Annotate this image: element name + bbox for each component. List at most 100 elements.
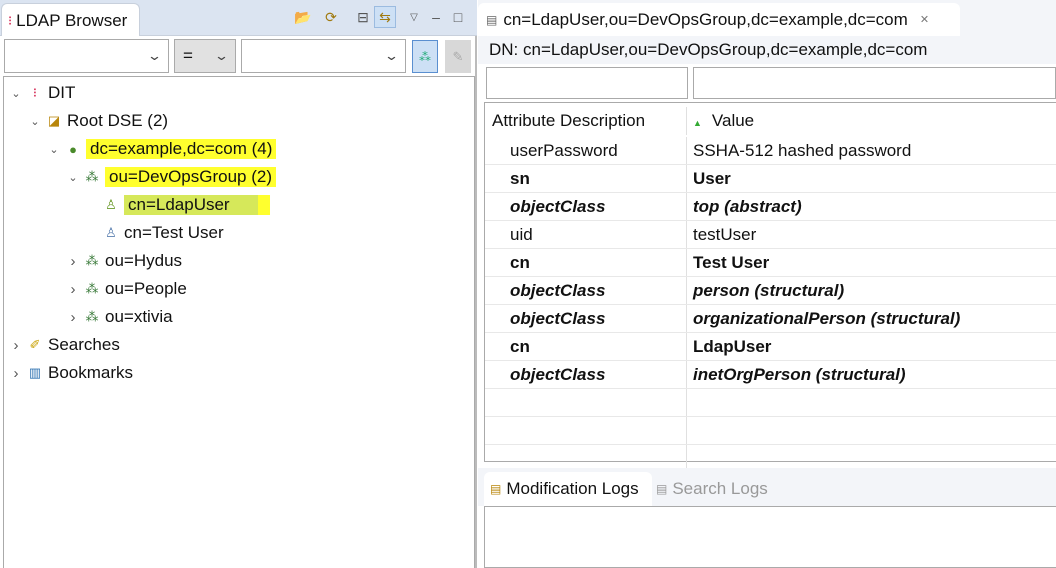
collapse-chevron-icon[interactable]: › [10, 365, 22, 382]
tree-item-label: ou=xtivia [105, 307, 173, 326]
attribute-cell [485, 389, 687, 416]
tab-label: cn=LdapUser,ou=DevOpsGroup,dc=example,dc… [503, 9, 908, 29]
collapse-chevron-icon[interactable]: › [67, 281, 79, 298]
tree-item-label: cn=LdapUser [124, 195, 270, 215]
close-icon[interactable]: ✕ [920, 13, 929, 26]
expand-chevron-icon[interactable]: ⌄ [48, 143, 60, 156]
attribute-cell [485, 417, 687, 444]
attribute-filter-input[interactable] [486, 67, 688, 99]
org-unit-icon: ⁂ [85, 253, 99, 268]
expand-chevron-icon[interactable]: ⌄ [29, 115, 41, 128]
table-row[interactable]: objectClass top (abstract) [485, 193, 1056, 221]
tree-item[interactable]: ⌄ ● dc=example,dc=com (4) [48, 136, 277, 162]
globe-icon: ● [69, 141, 77, 157]
tree-item[interactable]: › ⁂ ou=People [67, 276, 187, 302]
value-cell: LdapUser [693, 336, 772, 356]
value-cell: top (abstract) [693, 196, 802, 216]
log-icon: ▤ [656, 482, 668, 496]
table-row[interactable]: cn Test User [485, 249, 1056, 277]
attribute-cell: userPassword [485, 137, 687, 164]
tab-modification-logs[interactable]: ▤ Modification Logs [484, 472, 652, 506]
org-unit-icon: ⁂ [85, 169, 99, 184]
attribute-cell: cn [485, 333, 687, 360]
value-cell: testUser [693, 224, 757, 244]
value-cell: SSHA-512 hashed password [693, 140, 912, 160]
user-icon: ♙ [105, 225, 117, 240]
apply-filter-button[interactable]: ⁂ [412, 40, 438, 73]
filter-operator-combo[interactable]: = ⌄ [174, 39, 236, 73]
filter-value-combo[interactable]: ⌄ [241, 39, 406, 73]
entry-document-icon: ▤ [486, 12, 498, 27]
column-header-attribute[interactable]: Attribute Description [485, 107, 687, 135]
tree-item[interactable]: ♙ cn=LdapUser [86, 192, 270, 218]
attribute-cell: cn [485, 249, 687, 276]
tree-item-label: Bookmarks [48, 363, 134, 382]
value-cell: organizationalPerson (structural) [693, 308, 961, 328]
searches-icon: ✐ [29, 337, 41, 352]
tree-item[interactable]: ♙ cn=Test User [86, 220, 224, 246]
chevron-down-icon: ⌄ [146, 48, 163, 63]
empty-row [485, 417, 1056, 445]
chevron-down-icon: ⌄ [383, 48, 400, 63]
collapse-chevron-icon[interactable]: › [10, 337, 22, 354]
value-cell: Test User [693, 252, 770, 272]
table-row[interactable]: userPassword SSHA-512 hashed password [485, 137, 1056, 165]
root-dse-icon: ◪ [47, 113, 61, 128]
attribute-cell: objectClass [485, 193, 687, 220]
collapse-chevron-icon[interactable]: › [67, 253, 79, 270]
link-with-editor-icon[interactable]: ⇆ [374, 6, 396, 28]
tab-label: Search Logs [672, 479, 768, 498]
log-icon: ▤ [490, 482, 502, 496]
table-row[interactable]: objectClass organizationalPerson (structu… [485, 305, 1056, 333]
table-header[interactable]: Attribute Description ▲ Value [485, 107, 1056, 135]
tab-label: LDAP Browser [16, 10, 128, 30]
tree-item[interactable]: › ⁂ ou=xtivia [67, 304, 173, 330]
tree-item[interactable]: ⌄ ◪ Root DSE (2) [29, 108, 168, 134]
attribute-cell: objectClass [485, 305, 687, 332]
collapse-all-icon[interactable]: ⊟ [352, 6, 374, 28]
table-row[interactable]: uid testUser [485, 221, 1056, 249]
org-unit-icon: ⁂ [85, 281, 99, 296]
chevron-down-icon: ⌄ [213, 48, 230, 63]
value-cell: User [693, 168, 731, 188]
column-header-value[interactable]: ▲ Value [687, 111, 754, 131]
maximize-icon[interactable]: □ [447, 6, 469, 28]
dit-icon: ⁝ [32, 85, 38, 100]
attribute-cell: sn [485, 165, 687, 192]
bookmarks-icon: ▥ [28, 365, 42, 380]
view-menu-icon[interactable]: ▽ [403, 6, 425, 28]
expand-chevron-icon[interactable]: ⌄ [10, 87, 22, 100]
user-icon: ♙ [105, 197, 117, 212]
tab-ldap-browser[interactable]: ⁝ LDAP Browser [1, 3, 140, 37]
org-unit-icon: ⁂ [85, 309, 99, 324]
tree-item[interactable]: › ▥ Bookmarks [10, 360, 134, 386]
minimize-icon[interactable]: – [425, 6, 447, 28]
open-connection-icon[interactable]: 📂 [292, 6, 314, 28]
table-row[interactable]: sn User [485, 165, 1056, 193]
expand-chevron-icon[interactable]: ⌄ [67, 171, 79, 184]
empty-row [485, 389, 1056, 417]
tree-item[interactable]: › ✐ Searches [10, 332, 120, 358]
clear-filter-button[interactable]: ✎ [445, 40, 471, 73]
column-header-label: Value [711, 111, 755, 130]
tree-item[interactable]: ⌄ ⁂ ou=DevOpsGroup (2) [67, 164, 276, 190]
tree-item[interactable]: › ⁂ ou=Hydus [67, 248, 183, 274]
dit-tree: ⌄ ⁝ DIT ⌄ ◪ Root DSE (2) ⌄ ● dc=example,dc=com (… [3, 76, 475, 568]
value-filter-input[interactable] [693, 67, 1056, 99]
modification-logs-content [484, 506, 1056, 568]
table-row[interactable]: objectClass inetOrgPerson (structural) [485, 361, 1056, 389]
entry-dn: DN: cn=LdapUser,ou=DevOpsGroup,dc=exampl… [478, 36, 1056, 64]
refresh-icon[interactable]: ⟳ [320, 6, 342, 28]
tree-item[interactable]: ⌄ ⁝ DIT [10, 80, 75, 106]
table-row[interactable]: objectClass person (structural) [485, 277, 1056, 305]
tab-search-logs[interactable]: ▤ Search Logs [656, 472, 768, 506]
tree-item-label: Root DSE (2) [67, 111, 169, 130]
value-cell: person (structural) [693, 280, 845, 300]
tab-label: Modification Logs [506, 479, 639, 498]
sort-ascending-icon: ▲ [693, 118, 702, 128]
tab-entry-editor[interactable]: ▤ cn=LdapUser,ou=DevOpsGroup,dc=example,… [478, 3, 960, 36]
filter-attribute-combo[interactable]: ⌄ [4, 39, 169, 73]
tree-item-label: cn=Test User [124, 223, 224, 242]
collapse-chevron-icon[interactable]: › [67, 309, 79, 326]
table-row[interactable]: cn LdapUser [485, 333, 1056, 361]
